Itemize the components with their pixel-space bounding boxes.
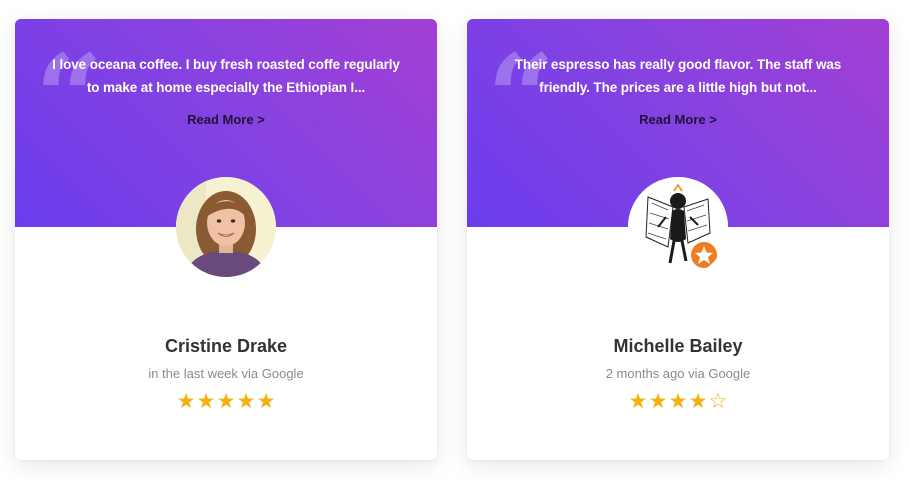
star-full-icon: ★	[216, 390, 236, 413]
review-meta: 2 months ago via Google	[605, 366, 751, 381]
star-full-icon: ★	[176, 390, 196, 413]
review-text: I love oceana coffee. I buy fresh roaste…	[52, 57, 400, 95]
reviewer-name: Michelle Bailey	[613, 336, 743, 356]
reviewer-avatar	[176, 177, 276, 277]
review-card: “ I love oceana coffee. I buy fresh roas…	[15, 19, 437, 460]
star-full-icon: ★	[648, 390, 668, 413]
star-full-icon: ★	[688, 390, 708, 413]
read-more-link[interactable]: Read More >	[15, 112, 437, 127]
star-full-icon: ★	[628, 390, 648, 413]
star-empty-icon: ☆	[708, 390, 728, 413]
star-rating: ★★★★★	[15, 391, 437, 412]
star-full-icon: ★	[196, 390, 216, 413]
testimonials-section: “ I love oceana coffee. I buy fresh roas…	[0, 0, 909, 481]
review-meta: in the last week via Google	[148, 366, 304, 381]
review-text: Their espresso has really good flavor. T…	[514, 57, 842, 95]
review-card: “ Their espresso has really good flavor.…	[467, 19, 889, 460]
star-rating: ★★★★☆	[467, 391, 889, 412]
read-more-link[interactable]: Read More >	[467, 112, 889, 127]
star-full-icon: ★	[668, 390, 688, 413]
star-full-icon: ★	[236, 390, 256, 413]
star-full-icon: ★	[256, 390, 276, 413]
reviewer-name: Cristine Drake	[164, 336, 288, 356]
reviewer-avatar	[628, 177, 728, 277]
